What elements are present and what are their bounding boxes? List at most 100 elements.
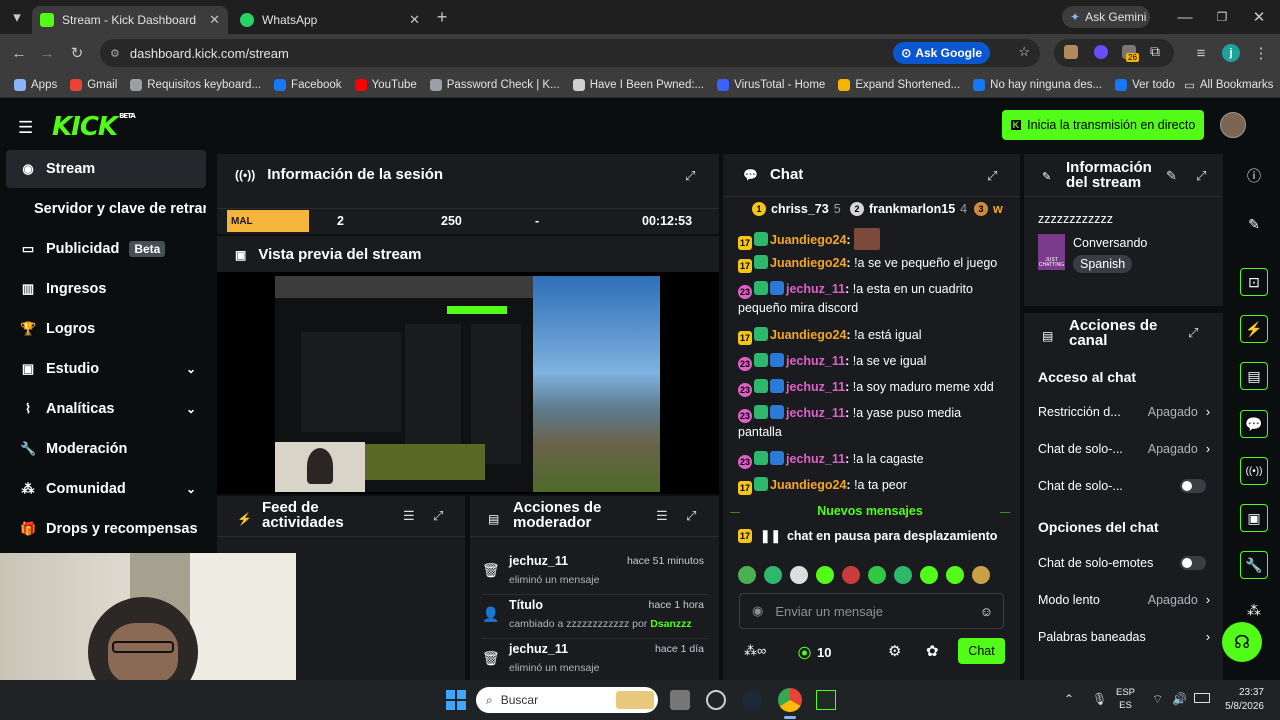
chat-username[interactable]: jechuz_11 bbox=[786, 380, 845, 394]
wifi-icon[interactable]: ⌔ bbox=[1152, 692, 1163, 707]
all-bookmarks-button[interactable]: ▭ All Bookmarks bbox=[1184, 78, 1273, 92]
minimize-icon[interactable]: — bbox=[1172, 4, 1198, 30]
info-icon[interactable]: ⓘ bbox=[1240, 162, 1268, 190]
support-headset-icon[interactable]: ☊ bbox=[1222, 622, 1262, 662]
bookmark-star-icon[interactable]: ☆ bbox=[1018, 44, 1030, 60]
sidebar-item-moderación[interactable]: 🔧 Moderación bbox=[6, 430, 206, 468]
chat-username[interactable]: Juandiego24 bbox=[770, 478, 846, 492]
menu-kebab-icon[interactable]: ⋮ bbox=[1248, 40, 1274, 66]
send-chat-button[interactable]: Chat bbox=[958, 638, 1005, 664]
sidebar-item-ingresos[interactable]: ▥ Ingresos bbox=[6, 270, 206, 308]
edit-pencil-icon[interactable]: ✎ bbox=[1166, 168, 1177, 184]
chat-message-input[interactable]: ◉ Enviar un mensaje ☺ bbox=[739, 593, 1004, 629]
battery-icon[interactable] bbox=[1194, 693, 1210, 703]
close-window-icon[interactable]: ✕ bbox=[1246, 4, 1272, 30]
close-tab-icon[interactable]: ✕ bbox=[409, 12, 420, 28]
notes-icon[interactable]: ▤ bbox=[1240, 362, 1268, 390]
mod-action-user[interactable]: Título bbox=[509, 598, 543, 612]
bookmark-item[interactable]: Ver todo bbox=[1115, 78, 1175, 91]
channel-points[interactable]: ⦿ 10 bbox=[798, 643, 831, 662]
new-tab-icon[interactable]: + bbox=[429, 4, 455, 30]
emote-icon[interactable] bbox=[946, 566, 964, 584]
emote-icon[interactable] bbox=[972, 566, 990, 584]
task-view-icon[interactable] bbox=[670, 690, 690, 710]
tab-whatsapp[interactable]: WhatsApp ✕ bbox=[232, 6, 428, 34]
channel-setting-row[interactable]: Chat de solo-emotes bbox=[1038, 556, 1210, 570]
toggle-switch[interactable] bbox=[1180, 479, 1206, 493]
sidebar-item-publicidad[interactable]: ▭ Publicidad Beta bbox=[6, 230, 206, 268]
expand-icon[interactable]: ⤢ bbox=[686, 508, 696, 524]
chrome-icon[interactable] bbox=[778, 688, 802, 712]
bookmark-item[interactable]: Expand Shortened... bbox=[838, 78, 960, 91]
ask-google-button[interactable]: ⊙ Ask Google bbox=[893, 42, 990, 64]
bookmark-item[interactable]: YouTube bbox=[354, 78, 417, 91]
taskbar-search[interactable]: ⌕ Buscar bbox=[476, 687, 658, 713]
top-chatter[interactable]: 3w bbox=[974, 202, 1008, 216]
ask-gemini-button[interactable]: ✦ Ask Gemini bbox=[1062, 6, 1150, 28]
maximize-icon[interactable]: ❐ bbox=[1209, 4, 1235, 30]
expand-icon[interactable]: ⤢ bbox=[1188, 325, 1198, 341]
chat-icon[interactable]: 💬 bbox=[1240, 410, 1268, 438]
lightning-icon[interactable]: ⚡ bbox=[1240, 315, 1268, 343]
expand-icon[interactable]: ⤢ bbox=[987, 168, 997, 184]
filter-icon[interactable]: ☰ bbox=[403, 508, 415, 524]
close-tab-icon[interactable]: ✕ bbox=[209, 12, 220, 28]
clock[interactable]: 23:37 5/8/2026 bbox=[1222, 686, 1264, 714]
top-chatter[interactable]: 1 chriss_73 5 bbox=[752, 202, 841, 216]
bookmark-item[interactable]: VirusTotal - Home bbox=[717, 78, 825, 91]
tab-search-icon[interactable]: ▾ bbox=[4, 4, 30, 30]
top-chatter[interactable]: 2 frankmarlon15 4 bbox=[850, 202, 967, 216]
community-icon[interactable]: ⁂ bbox=[1240, 596, 1268, 624]
emote-icon[interactable] bbox=[790, 566, 808, 584]
chat-tools-icon[interactable]: ✿ bbox=[926, 642, 939, 660]
chat-username[interactable]: jechuz_11 bbox=[786, 452, 845, 466]
extension-icon[interactable] bbox=[1064, 45, 1078, 59]
sidebar-item-analíticas[interactable]: ⌇ Analíticas ⌄ bbox=[6, 390, 206, 428]
mod-action-user[interactable]: jechuz_11 bbox=[509, 642, 568, 656]
channel-setting-row[interactable]: Restricción d... Apagado › bbox=[1038, 405, 1210, 419]
toggle-switch[interactable] bbox=[1180, 556, 1206, 570]
emote-icon[interactable] bbox=[738, 566, 756, 584]
expand-icon[interactable]: ⤢ bbox=[433, 508, 443, 524]
mic-icon[interactable]: 🎙 bbox=[1092, 692, 1107, 706]
wrench-icon[interactable]: 🔧 bbox=[1240, 551, 1268, 579]
reading-list-icon[interactable]: ≡ bbox=[1188, 40, 1214, 66]
layout-icon[interactable]: ▣ bbox=[1240, 504, 1268, 532]
chevron-down-icon[interactable]: ⌄ bbox=[186, 402, 196, 416]
mod-action-user[interactable]: jechuz_11 bbox=[509, 554, 568, 568]
bookmark-item[interactable]: Apps bbox=[14, 78, 57, 91]
channel-setting-row[interactable]: Chat de solo-... bbox=[1038, 479, 1210, 493]
language-indicator[interactable]: ESP ES bbox=[1116, 686, 1135, 712]
bookmark-item[interactable]: No hay ninguna des... bbox=[973, 78, 1102, 91]
channel-setting-row[interactable]: Palabras baneadas › bbox=[1038, 630, 1210, 644]
expand-icon[interactable]: ⤢ bbox=[1196, 168, 1206, 184]
emote-icon[interactable] bbox=[842, 566, 860, 584]
sidebar-item-servidor[interactable]: Servidor y clave de retransmisión bbox=[6, 190, 206, 228]
clip-icon[interactable]: ⊡ bbox=[1240, 268, 1268, 296]
reload-icon[interactable]: ↻ bbox=[64, 40, 90, 66]
windows-start-icon[interactable] bbox=[446, 690, 466, 710]
chevron-down-icon[interactable]: ⌄ bbox=[186, 482, 196, 496]
bookmark-item[interactable]: Password Check | K... bbox=[429, 78, 560, 91]
infinity-icon[interactable]: ⁂∞ bbox=[744, 643, 766, 659]
emote-icon[interactable] bbox=[816, 566, 834, 584]
emote-icon[interactable] bbox=[920, 566, 938, 584]
tab-kick-dashboard[interactable]: Stream - Kick Dashboard ✕ bbox=[32, 6, 228, 34]
chevron-down-icon[interactable]: ⌄ bbox=[186, 362, 196, 376]
bookmark-item[interactable]: Facebook bbox=[274, 78, 342, 91]
chat-username[interactable]: jechuz_11 bbox=[786, 282, 845, 296]
broadcast-icon[interactable]: ((•)) bbox=[1240, 457, 1268, 485]
bookmark-item[interactable]: Gmail bbox=[70, 78, 117, 91]
expand-icon[interactable]: ⤢ bbox=[685, 168, 695, 184]
puzzle-icon[interactable]: ⧉ bbox=[1150, 43, 1160, 60]
back-icon[interactable]: ← bbox=[6, 40, 32, 66]
channel-setting-row[interactable]: Chat de solo-... Apagado › bbox=[1038, 442, 1210, 456]
volume-icon[interactable]: 🔊 bbox=[1172, 692, 1187, 706]
new-messages-label[interactable]: Nuevos mensajes bbox=[740, 504, 1000, 518]
bookmark-item[interactable]: Have I Been Pwned:... bbox=[572, 78, 704, 91]
profile-avatar[interactable]: j bbox=[1222, 44, 1240, 62]
emote-icon[interactable] bbox=[868, 566, 886, 584]
chat-paused-banner[interactable]: 17 ❚❚ chat en pausa para desplazamiento bbox=[738, 528, 1008, 543]
emote-icon[interactable] bbox=[764, 566, 782, 584]
chat-settings-icon[interactable]: ⚙ bbox=[888, 642, 901, 660]
